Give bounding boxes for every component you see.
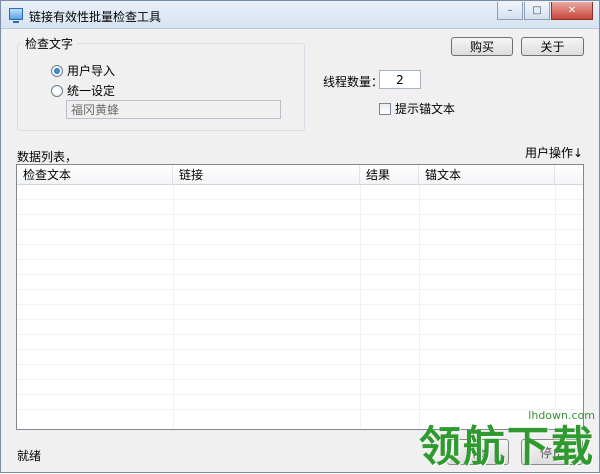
column-header-link[interactable]: 链接 [173, 165, 360, 185]
radio-unified-setting[interactable]: 统一设定 [51, 82, 115, 99]
list-header: 检查文本 链接 结果 锚文本 [17, 165, 583, 185]
column-header-anchor-text[interactable]: 锚文本 [419, 165, 555, 185]
stop-button[interactable]: 停止 [521, 439, 583, 465]
thread-count-input[interactable] [380, 71, 420, 88]
buy-button[interactable]: 购买 [451, 37, 513, 56]
about-button[interactable]: 关于 [521, 37, 584, 56]
unified-text-field[interactable] [66, 100, 281, 119]
show-anchor-checkbox[interactable]: 提示锚文本 [379, 100, 455, 117]
app-window: 链接有效性批量检查工具 – □ ✕ 检查文字 用户导入 统一设定 购买 关于 线… [0, 0, 600, 473]
column-header-result[interactable]: 结果 [360, 165, 419, 185]
radio-user-import-label: 用户导入 [67, 64, 116, 78]
check-text-group-title: 检查文字 [21, 35, 78, 52]
show-anchor-label: 提示锚文本 [395, 102, 456, 116]
unified-text-input[interactable] [67, 101, 280, 118]
status-text: 就绪 [17, 449, 42, 463]
show-anchor-checkbox-box[interactable] [379, 102, 391, 115]
maximize-button[interactable]: □ [524, 2, 550, 20]
thread-count-field[interactable] [379, 70, 421, 89]
start-button[interactable]: 开始 [447, 439, 509, 465]
app-monitor-icon [9, 8, 23, 23]
data-list-view[interactable]: 检查文本 链接 结果 锚文本 [16, 164, 584, 430]
minimize-button[interactable]: – [497, 2, 523, 20]
window-title: 链接有效性批量检查工具 [29, 10, 162, 24]
radio-user-import-indicator[interactable] [51, 64, 63, 77]
data-list-label: 数据列表， [17, 150, 78, 164]
radio-user-import[interactable]: 用户导入 [51, 62, 115, 79]
user-ops-menu[interactable]: 用户操作↓ [525, 144, 583, 161]
thread-count-label: 线程数量： [323, 75, 384, 89]
column-header-filler [555, 165, 583, 185]
title-bar[interactable]: 链接有效性批量检查工具 – □ ✕ [1, 1, 599, 29]
window-controls: – □ ✕ [497, 2, 593, 20]
radio-unified-setting-label: 统一设定 [67, 84, 116, 98]
close-button[interactable]: ✕ [551, 2, 593, 20]
list-body[interactable] [17, 185, 583, 429]
radio-unified-setting-indicator[interactable] [51, 84, 63, 97]
column-header-check-text[interactable]: 检查文本 [17, 165, 173, 185]
